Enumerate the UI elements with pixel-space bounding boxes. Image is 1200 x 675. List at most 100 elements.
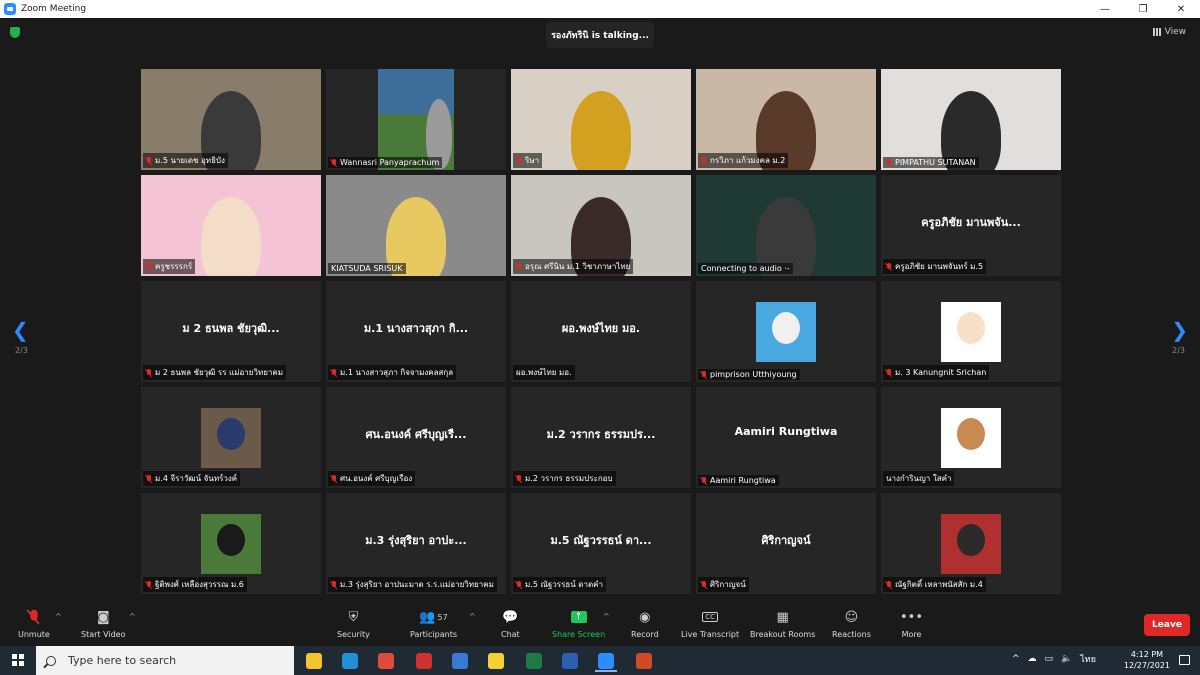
more-button[interactable]: ••• More (900, 608, 923, 640)
muted-microphone-icon (146, 156, 152, 165)
participant-tile[interactable]: ม.3 รุ่งสุริยา อาปะ... ม.3 รุ่งสุริยา อาป… (326, 493, 506, 594)
security-button[interactable]: ⛨ Security (337, 608, 370, 640)
participant-name-label: นางกำรินญา ใสคำ (883, 471, 955, 486)
muted-microphone-icon (886, 262, 892, 271)
participant-name: ม.5 ณัฐวรรธน์ ดาดคำ (525, 580, 603, 589)
participants-count: 57 (437, 612, 448, 622)
participant-tile[interactable]: ศิริกาญจน์ ศิริกาญจน์ (696, 493, 876, 594)
word-taskbar-icon[interactable] (556, 649, 584, 672)
participant-tile[interactable]: ผอ.พงษ์ไทย มอ. ผอ.พงษ์ไทย มอ. (511, 281, 691, 382)
reactions-label: Reactions (832, 630, 871, 639)
muted-microphone-icon (331, 580, 337, 589)
participants-label: Participants (410, 630, 457, 639)
close-button[interactable]: ✕ (1162, 0, 1200, 18)
participant-tile[interactable]: ครูอภิชัย มานพจัน... ครูอภิชัย มานพจันทร์… (881, 175, 1061, 276)
zoom-taskbar-icon[interactable] (592, 649, 620, 672)
page-indicator-left: 2/3 (15, 346, 28, 355)
participant-tile[interactable]: Wannasri Panyaprachum (326, 69, 506, 170)
encryption-shield-icon[interactable] (10, 27, 20, 38)
participant-name-label: Wannasri Panyaprachum (328, 157, 443, 168)
taskbar-search-box[interactable]: Type here to search (36, 646, 294, 675)
participant-tile[interactable]: กรวิภา แก้วมงคล ม.2 (696, 69, 876, 170)
sticky-notes-taskbar-icon[interactable] (482, 649, 510, 672)
input-language-indicator[interactable]: ไทย (1080, 652, 1096, 666)
share-screen-button[interactable]: ↑ Share Screen (552, 608, 605, 639)
show-hidden-icons-chevron-icon[interactable]: ^ (1012, 654, 1020, 664)
start-video-label: Start Video (81, 630, 126, 639)
participant-name: ม.3 รุ่งสุริยา อาปนะมาด ร.ร.แม่อายวิทยาค… (340, 580, 494, 589)
previous-page-arrow-icon[interactable]: ❮ (12, 318, 29, 342)
unmute-button[interactable]: Unmute (18, 608, 50, 639)
participant-tile[interactable]: ครูชรรรกร์ (141, 175, 321, 276)
participant-display-name: ม.3 รุ่งสุริยา อาปะ... (365, 534, 467, 547)
taskbar-clock[interactable]: 4:12 PM 12/27/2021 (1124, 649, 1170, 671)
chrome-taskbar-icon[interactable] (372, 649, 400, 672)
participant-display-name: ศิริกาญจน์ (761, 534, 811, 547)
view-button[interactable]: View (1152, 27, 1186, 37)
chat-button[interactable]: 💬 Chat (501, 608, 520, 640)
participants-caret-icon[interactable]: ^ (469, 612, 476, 621)
participant-tile[interactable]: pimprison Utthiyoung (696, 281, 876, 382)
participant-tile[interactable]: ฐิติพงศ์ เหลืองสุวรรณ ม.6 (141, 493, 321, 594)
participant-tile[interactable]: อรุณ ศรีนิน ม.1 วิชาภาษาไทย (511, 175, 691, 276)
participant-profile-picture (201, 408, 261, 468)
minimize-button[interactable]: — (1086, 0, 1124, 18)
participant-tile[interactable]: ม.5 นายเดช อุทธิบัง (141, 69, 321, 170)
participant-tile[interactable]: ศน.อนงค์ ศรีบุญเรื... ศน.อนงค์ ศรีบุญเรือ… (326, 387, 506, 488)
participant-tile[interactable]: PIMPATHU SUTANAN (881, 69, 1061, 170)
share-options-caret-icon[interactable]: ^ (603, 612, 610, 621)
participant-tile[interactable]: ม.1 นางสาวสุภา กิ... ม.1 นางสาวสุภา กิจจา… (326, 281, 506, 382)
file-explorer-taskbar-icon[interactable] (300, 649, 328, 672)
participant-tile[interactable]: Connecting to audio ·- (696, 175, 876, 276)
participant-tile[interactable]: ม. 3 Kanungnit Srichan (881, 281, 1061, 382)
participant-video (326, 69, 506, 170)
windows-start-icon[interactable] (12, 654, 24, 666)
start-video-button[interactable]: ◙ Start Video (81, 608, 126, 640)
participant-tile[interactable]: ม.5 ณัฐวรรธน์ ดา... ม.5 ณัฐวรรธน์ ดาดคำ (511, 493, 691, 594)
participant-profile-picture (941, 302, 1001, 362)
notification-center-icon[interactable] (1179, 655, 1190, 665)
sticky-notes-icon (488, 652, 504, 669)
cloud-icon[interactable]: ☁ (1028, 654, 1037, 664)
participant-tile[interactable]: ริษา (511, 69, 691, 170)
next-page-arrow-icon[interactable]: ❯ (1171, 318, 1188, 342)
reactions-button[interactable]: ☺ Reactions (832, 608, 871, 640)
participant-figure (571, 91, 631, 170)
edge-taskbar-icon[interactable] (336, 649, 364, 672)
muted-microphone-icon (886, 368, 892, 377)
live-transcript-button[interactable]: CC Live Transcript (681, 608, 739, 639)
participant-tile[interactable]: ม 2 ธนพล ชัยวุฒิ... ม 2 ธนพล ชัยวุฒิ รร แ… (141, 281, 321, 382)
muted-microphone-icon (886, 580, 892, 589)
participant-tile[interactable]: Aamiri Rungtiwa Aamiri Rungtiwa (696, 387, 876, 488)
windows-taskbar: Type here to search ^ ☁ ▭ 🔈 ไทย 4:12 PM … (0, 646, 1200, 675)
participant-name: KIATSUDA SRISUK (331, 264, 403, 273)
participant-tile[interactable]: ม.4 จีราวัฒน์ จันทร์วงค์ (141, 387, 321, 488)
excel-taskbar-icon[interactable] (520, 649, 548, 672)
participant-name: ริษา (525, 156, 540, 165)
participant-name-label: อรุณ ศรีนิน ม.1 วิชาภาษาไทย (513, 259, 634, 274)
speaker-icon[interactable]: 🔈 (1061, 654, 1072, 664)
participant-profile-picture (201, 514, 261, 574)
participant-tile[interactable]: ณัฐกิตติ์ เหลาพนัสสัก ม.4 (881, 493, 1061, 594)
app-blue-taskbar-icon[interactable] (446, 649, 474, 672)
participant-video (881, 69, 1061, 170)
participant-tile[interactable]: นางกำรินญา ใสคำ (881, 387, 1061, 488)
leave-button[interactable]: Leave (1144, 614, 1190, 636)
maximize-button[interactable]: ❐ (1124, 0, 1162, 18)
share-screen-icon: ↑ (570, 608, 587, 626)
video-options-caret-icon[interactable]: ^ (129, 612, 136, 621)
participant-name-label: ม.3 รุ่งสุริยา อาปนะมาด ร.ร.แม่อายวิทยาค… (328, 577, 497, 592)
record-button[interactable]: ◉ Record (631, 608, 659, 640)
participant-tile[interactable]: ม.2 วรากร ธรรมปร... ม.2 วรากร ธรรมประกอบ (511, 387, 691, 488)
audio-options-caret-icon[interactable]: ^ (55, 612, 62, 621)
powerpoint-taskbar-icon[interactable] (630, 649, 658, 672)
participants-button[interactable]: 👥 57 Participants (410, 608, 457, 640)
participant-tile[interactable]: KIATSUDA SRISUK (326, 175, 506, 276)
muted-microphone-icon (701, 476, 707, 485)
chat-bubble-icon: 💬 (502, 609, 519, 625)
breakout-rooms-button[interactable]: ▦ Breakout Rooms (750, 608, 815, 640)
profile-picture-figure (957, 312, 985, 344)
app-red-taskbar-icon[interactable] (410, 649, 438, 672)
participant-name: ครูอภิชัย มานพจันทร์ ม.5 (895, 262, 984, 271)
network-icon[interactable]: ▭ (1045, 654, 1054, 664)
